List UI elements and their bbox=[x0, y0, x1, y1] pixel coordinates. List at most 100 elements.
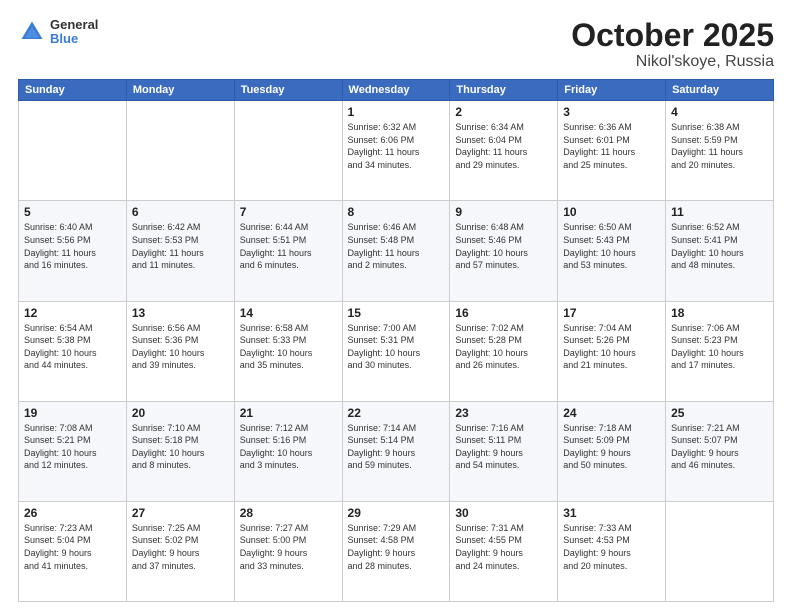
day-number: 10 bbox=[563, 205, 660, 219]
calendar-cell: 13 Sunrise: 6:56 AM Sunset: 5:36 PM Dayli… bbox=[126, 301, 234, 401]
day-number: 27 bbox=[132, 506, 229, 520]
logo-icon bbox=[18, 18, 46, 46]
day-info: Sunrise: 7:04 AM Sunset: 5:26 PM Dayligh… bbox=[563, 322, 660, 372]
day-info: Sunrise: 7:27 AM Sunset: 5:00 PM Dayligh… bbox=[240, 522, 337, 572]
day-info: Sunrise: 6:44 AM Sunset: 5:51 PM Dayligh… bbox=[240, 221, 337, 271]
day-number: 14 bbox=[240, 306, 337, 320]
day-number: 12 bbox=[24, 306, 121, 320]
week-row-3: 19Sunrise: 7:08 AM Sunset: 5:21 PM Dayli… bbox=[19, 401, 774, 501]
calendar-subtitle: Nikol'skoye, Russia bbox=[571, 53, 774, 71]
calendar-cell: 12 Sunrise: 6:54 AM Sunset: 5:38 PM Dayli… bbox=[19, 301, 127, 401]
day-info: Sunrise: 7:23 AM Sunset: 5:04 PM Dayligh… bbox=[24, 522, 121, 572]
calendar-cell: 1Sunrise: 6:32 AM Sunset: 6:06 PM Daylig… bbox=[342, 101, 450, 201]
day-info: Sunrise: 6:40 AM Sunset: 5:56 PM Dayligh… bbox=[24, 221, 121, 271]
day-info: Sunrise: 7:21 AM Sunset: 5:07 PM Dayligh… bbox=[671, 422, 768, 472]
day-info: Sunrise: 6:46 AM Sunset: 5:48 PM Dayligh… bbox=[348, 221, 445, 271]
calendar-cell: 19Sunrise: 7:08 AM Sunset: 5:21 PM Dayli… bbox=[19, 401, 127, 501]
day-info: Sunrise: 6:56 AM Sunset: 5:36 PM Dayligh… bbox=[132, 322, 229, 372]
day-info: Sunrise: 7:10 AM Sunset: 5:18 PM Dayligh… bbox=[132, 422, 229, 472]
day-number: 13 bbox=[132, 306, 229, 320]
calendar-cell bbox=[666, 501, 774, 601]
day-info: Sunrise: 6:52 AM Sunset: 5:41 PM Dayligh… bbox=[671, 221, 768, 271]
day-info: Sunrise: 7:06 AM Sunset: 5:23 PM Dayligh… bbox=[671, 322, 768, 372]
day-number: 5 bbox=[24, 205, 121, 219]
day-info: Sunrise: 7:31 AM Sunset: 4:55 PM Dayligh… bbox=[455, 522, 552, 572]
calendar-table: SundayMondayTuesdayWednesdayThursdayFrid… bbox=[18, 79, 774, 602]
day-header-friday: Friday bbox=[558, 80, 666, 101]
calendar-cell: 8 Sunrise: 6:46 AM Sunset: 5:48 PM Daylig… bbox=[342, 201, 450, 301]
logo: General Blue bbox=[18, 18, 98, 47]
day-number: 8 bbox=[348, 205, 445, 219]
day-info: Sunrise: 6:34 AM Sunset: 6:04 PM Dayligh… bbox=[455, 121, 552, 171]
page: General Blue October 2025 Nikol'skoye, R… bbox=[0, 0, 792, 612]
day-info: Sunrise: 6:54 AM Sunset: 5:38 PM Dayligh… bbox=[24, 322, 121, 372]
day-number: 21 bbox=[240, 406, 337, 420]
calendar-cell: 2Sunrise: 6:34 AM Sunset: 6:04 PM Daylig… bbox=[450, 101, 558, 201]
day-number: 23 bbox=[455, 406, 552, 420]
calendar-cell: 25 Sunrise: 7:21 AM Sunset: 5:07 PM Dayli… bbox=[666, 401, 774, 501]
calendar-cell: 28 Sunrise: 7:27 AM Sunset: 5:00 PM Dayli… bbox=[234, 501, 342, 601]
day-info: Sunrise: 7:29 AM Sunset: 4:58 PM Dayligh… bbox=[348, 522, 445, 572]
calendar-cell: 22 Sunrise: 7:14 AM Sunset: 5:14 PM Dayli… bbox=[342, 401, 450, 501]
calendar-cell: 26 Sunrise: 7:23 AM Sunset: 5:04 PM Dayli… bbox=[19, 501, 127, 601]
day-number: 26 bbox=[24, 506, 121, 520]
calendar-cell: 4 Sunrise: 6:38 AM Sunset: 5:59 PM Daylig… bbox=[666, 101, 774, 201]
logo-text: General Blue bbox=[50, 18, 98, 47]
day-info: Sunrise: 6:58 AM Sunset: 5:33 PM Dayligh… bbox=[240, 322, 337, 372]
day-info: Sunrise: 7:18 AM Sunset: 5:09 PM Dayligh… bbox=[563, 422, 660, 472]
calendar-title: October 2025 bbox=[571, 18, 774, 53]
calendar-cell: 30 Sunrise: 7:31 AM Sunset: 4:55 PM Dayli… bbox=[450, 501, 558, 601]
calendar-cell: 20 Sunrise: 7:10 AM Sunset: 5:18 PM Dayli… bbox=[126, 401, 234, 501]
day-info: Sunrise: 7:12 AM Sunset: 5:16 PM Dayligh… bbox=[240, 422, 337, 472]
day-number: 11 bbox=[671, 205, 768, 219]
week-row-2: 12 Sunrise: 6:54 AM Sunset: 5:38 PM Dayli… bbox=[19, 301, 774, 401]
day-info: Sunrise: 6:48 AM Sunset: 5:46 PM Dayligh… bbox=[455, 221, 552, 271]
day-number: 17 bbox=[563, 306, 660, 320]
calendar-cell: 18 Sunrise: 7:06 AM Sunset: 5:23 PM Dayli… bbox=[666, 301, 774, 401]
day-info: Sunrise: 7:14 AM Sunset: 5:14 PM Dayligh… bbox=[348, 422, 445, 472]
day-info: Sunrise: 7:00 AM Sunset: 5:31 PM Dayligh… bbox=[348, 322, 445, 372]
logo-line2: Blue bbox=[50, 32, 98, 46]
day-number: 6 bbox=[132, 205, 229, 219]
day-info: Sunrise: 6:36 AM Sunset: 6:01 PM Dayligh… bbox=[563, 121, 660, 171]
header: General Blue October 2025 Nikol'skoye, R… bbox=[18, 18, 774, 71]
day-info: Sunrise: 6:50 AM Sunset: 5:43 PM Dayligh… bbox=[563, 221, 660, 271]
day-info: Sunrise: 6:38 AM Sunset: 5:59 PM Dayligh… bbox=[671, 121, 768, 171]
week-row-4: 26 Sunrise: 7:23 AM Sunset: 5:04 PM Dayli… bbox=[19, 501, 774, 601]
day-number: 15 bbox=[348, 306, 445, 320]
day-header-wednesday: Wednesday bbox=[342, 80, 450, 101]
day-info: Sunrise: 7:33 AM Sunset: 4:53 PM Dayligh… bbox=[563, 522, 660, 572]
calendar-cell: 21 Sunrise: 7:12 AM Sunset: 5:16 PM Dayli… bbox=[234, 401, 342, 501]
day-number: 24 bbox=[563, 406, 660, 420]
day-header-saturday: Saturday bbox=[666, 80, 774, 101]
day-header-monday: Monday bbox=[126, 80, 234, 101]
calendar-cell: 11 Sunrise: 6:52 AM Sunset: 5:41 PM Dayli… bbox=[666, 201, 774, 301]
day-number: 20 bbox=[132, 406, 229, 420]
calendar-cell: 5 Sunrise: 6:40 AM Sunset: 5:56 PM Daylig… bbox=[19, 201, 127, 301]
calendar-cell: 9 Sunrise: 6:48 AM Sunset: 5:46 PM Daylig… bbox=[450, 201, 558, 301]
calendar-cell: 27 Sunrise: 7:25 AM Sunset: 5:02 PM Dayli… bbox=[126, 501, 234, 601]
calendar-cell: 14 Sunrise: 6:58 AM Sunset: 5:33 PM Dayli… bbox=[234, 301, 342, 401]
day-info: Sunrise: 7:16 AM Sunset: 5:11 PM Dayligh… bbox=[455, 422, 552, 472]
calendar-cell: 3Sunrise: 6:36 AM Sunset: 6:01 PM Daylig… bbox=[558, 101, 666, 201]
logo-line1: General bbox=[50, 18, 98, 32]
day-number: 9 bbox=[455, 205, 552, 219]
day-number: 28 bbox=[240, 506, 337, 520]
day-number: 30 bbox=[455, 506, 552, 520]
calendar-cell: 15 Sunrise: 7:00 AM Sunset: 5:31 PM Dayli… bbox=[342, 301, 450, 401]
day-number: 25 bbox=[671, 406, 768, 420]
day-number: 31 bbox=[563, 506, 660, 520]
calendar-cell: 17 Sunrise: 7:04 AM Sunset: 5:26 PM Dayli… bbox=[558, 301, 666, 401]
day-number: 4 bbox=[671, 105, 768, 119]
day-info: Sunrise: 7:02 AM Sunset: 5:28 PM Dayligh… bbox=[455, 322, 552, 372]
day-number: 18 bbox=[671, 306, 768, 320]
calendar-cell bbox=[19, 101, 127, 201]
calendar-cell: 7Sunrise: 6:44 AM Sunset: 5:51 PM Daylig… bbox=[234, 201, 342, 301]
day-info: Sunrise: 7:25 AM Sunset: 5:02 PM Dayligh… bbox=[132, 522, 229, 572]
day-info: Sunrise: 7:08 AM Sunset: 5:21 PM Dayligh… bbox=[24, 422, 121, 472]
calendar-cell: 29Sunrise: 7:29 AM Sunset: 4:58 PM Dayli… bbox=[342, 501, 450, 601]
day-number: 22 bbox=[348, 406, 445, 420]
calendar-cell: 24 Sunrise: 7:18 AM Sunset: 5:09 PM Dayli… bbox=[558, 401, 666, 501]
day-info: Sunrise: 6:42 AM Sunset: 5:53 PM Dayligh… bbox=[132, 221, 229, 271]
day-number: 16 bbox=[455, 306, 552, 320]
